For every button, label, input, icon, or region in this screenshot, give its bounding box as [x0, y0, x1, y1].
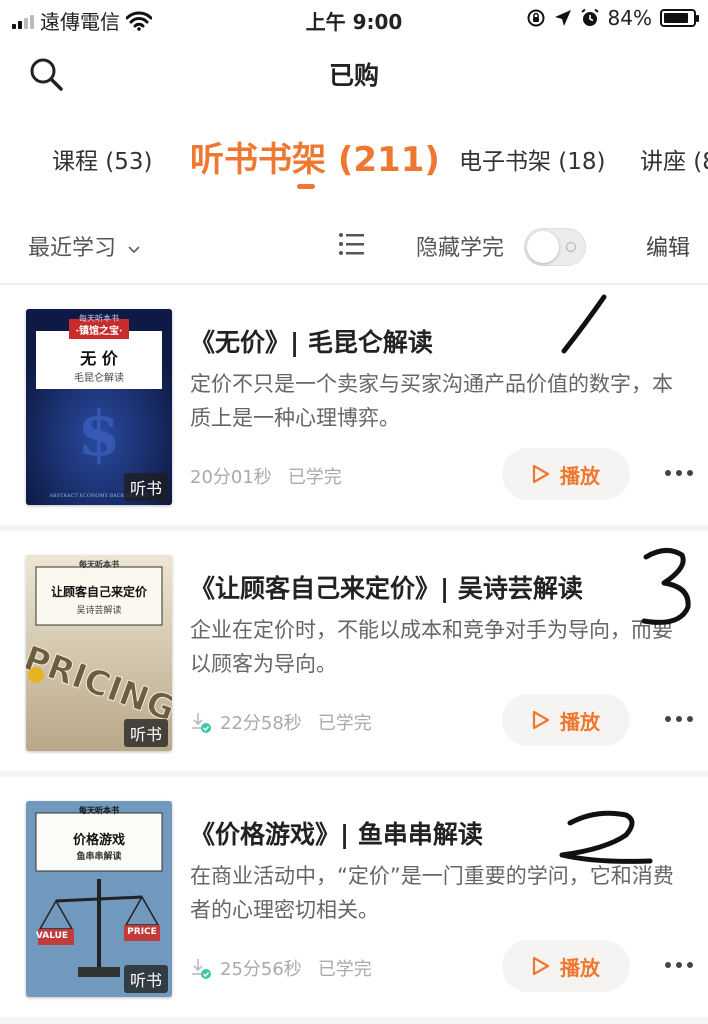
cover-title: 价格游戏 [72, 833, 125, 848]
duration: 25分56秒 [220, 959, 302, 980]
nav-bar: 已购 [0, 36, 708, 112]
cover-series: 每天听本书 [79, 559, 119, 569]
book-title[interactable]: 《让顾客自己来定价》| 吴诗芸解读 [190, 569, 583, 605]
play-icon [532, 956, 550, 976]
tab-courses[interactable]: 课程 (53) [52, 142, 153, 176]
cover-title: 让顾客自己来定价 [50, 585, 147, 599]
list-view-icon[interactable] [338, 230, 364, 258]
hide-finished-toggle[interactable] [524, 228, 586, 266]
audiobook-badge: 听书 [123, 719, 168, 747]
book-title[interactable]: 《价格游戏》| 鱼串串解读 [190, 815, 483, 851]
alarm-icon [580, 8, 599, 26]
edit-button[interactable]: 编辑 [646, 230, 690, 262]
status-label: 已学完 [317, 959, 372, 980]
book-meta: 22分58秒 已学完 [190, 709, 372, 735]
rotation-lock-icon [527, 9, 545, 27]
tab-ebook-shelf[interactable]: 电子书架 (18) [459, 142, 606, 176]
status-label: 已学完 [287, 467, 342, 488]
cover-author: 毛昆仑解读 [74, 373, 124, 384]
location-icon [554, 10, 571, 26]
play-icon [532, 710, 550, 730]
play-button[interactable]: 播放 [502, 940, 630, 992]
cover-author: 鱼串串解读 [76, 852, 122, 862]
list-item[interactable]: $ 每天听本书 ·镇馆之宝· 无 价 毛昆仑解读 ABSTRACT ECONOM… [0, 285, 708, 525]
tab-lectures[interactable]: 讲座 (8 [640, 142, 708, 176]
play-button[interactable]: 播放 [502, 448, 630, 500]
book-cover[interactable]: PRICING 每天听本书 让顾客自己来定价 吴诗芸解读 听书 [26, 555, 172, 751]
hide-finished-label: 隐藏学完 [416, 236, 505, 261]
svg-text:$: $ [77, 397, 120, 470]
toggle-knob [527, 231, 559, 263]
status-bar: 遠傳電信 上午 9:00 84% [0, 0, 708, 36]
list-item[interactable]: 每天听本书 价格游戏 鱼串串解读 VALUE PRICE 听书 《价格游戏》| … [0, 777, 708, 1017]
filter-bar: 最近学习 隐藏学完 编辑 [0, 208, 708, 284]
list-item[interactable]: PRICING 每天听本书 让顾客自己来定价 吴诗芸解读 听书 《让顾客自己来定… [0, 531, 708, 771]
book-description: 定价不只是一个卖家与买家沟通产品价值的数字，本质上是一种心理博弈。 [190, 372, 673, 430]
handwritten-mark-slash [561, 294, 607, 354]
more-icon[interactable] [664, 715, 694, 723]
book-description: 企业在定价时，不能以成本和竞争对手为导向，而要以顾客为导向。 [190, 618, 673, 676]
status-label: 已学完 [317, 713, 372, 734]
tab-indicator [297, 184, 315, 189]
page-title: 已购 [328, 61, 379, 90]
play-icon [532, 464, 550, 484]
cover-series: 每天听本书 [79, 805, 119, 815]
book-meta: 20分01秒 已学完 [190, 463, 342, 489]
tab-audiobook-shelf[interactable]: 听书书架 (211) [190, 132, 440, 181]
duration: 20分01秒 [190, 467, 272, 488]
book-description: 在商业活动中，“定价”是一门重要的学问，它和消费者的心理密切相关。 [190, 864, 674, 922]
tab-bar: 课程 (53) 听书书架 (211) 电子书架 (18) 讲座 (8 [0, 112, 708, 208]
downloaded-icon [192, 713, 211, 733]
book-title[interactable]: 《无价》| 毛昆仑解读 [190, 323, 433, 359]
sort-dropdown[interactable]: 最近学习 [28, 230, 141, 262]
battery-level [664, 13, 688, 23]
chevron-down-icon [128, 246, 140, 254]
book-meta: 25分56秒 已学完 [190, 955, 372, 981]
audiobook-badge: 听书 [123, 473, 168, 501]
book-cover[interactable]: $ 每天听本书 ·镇馆之宝· 无 价 毛昆仑解读 ABSTRACT ECONOM… [26, 309, 172, 505]
battery-icon [660, 9, 699, 27]
sort-label: 最近学习 [28, 236, 117, 261]
duration: 22分58秒 [220, 713, 302, 734]
cover-ribbon: ·镇馆之宝· [75, 326, 123, 337]
audiobook-badge: 听书 [123, 965, 168, 993]
handwritten-mark-two [559, 810, 653, 864]
book-cover[interactable]: 每天听本书 价格游戏 鱼串串解读 VALUE PRICE 听书 [26, 801, 172, 997]
play-label: 播放 [560, 709, 600, 734]
cover-title: 无 价 [80, 349, 118, 368]
battery-percent: 84% [607, 6, 652, 30]
cover-author: 吴诗芸解读 [76, 606, 122, 616]
play-button[interactable]: 播放 [502, 694, 630, 746]
downloaded-icon [192, 959, 211, 979]
play-label: 播放 [560, 955, 600, 980]
play-label: 播放 [560, 463, 600, 488]
more-icon[interactable] [664, 961, 694, 969]
cover-right-pan: PRICE [127, 927, 157, 937]
more-icon[interactable] [664, 469, 694, 477]
toggle-off-icon [566, 242, 576, 252]
status-right: 84% [526, 6, 699, 30]
